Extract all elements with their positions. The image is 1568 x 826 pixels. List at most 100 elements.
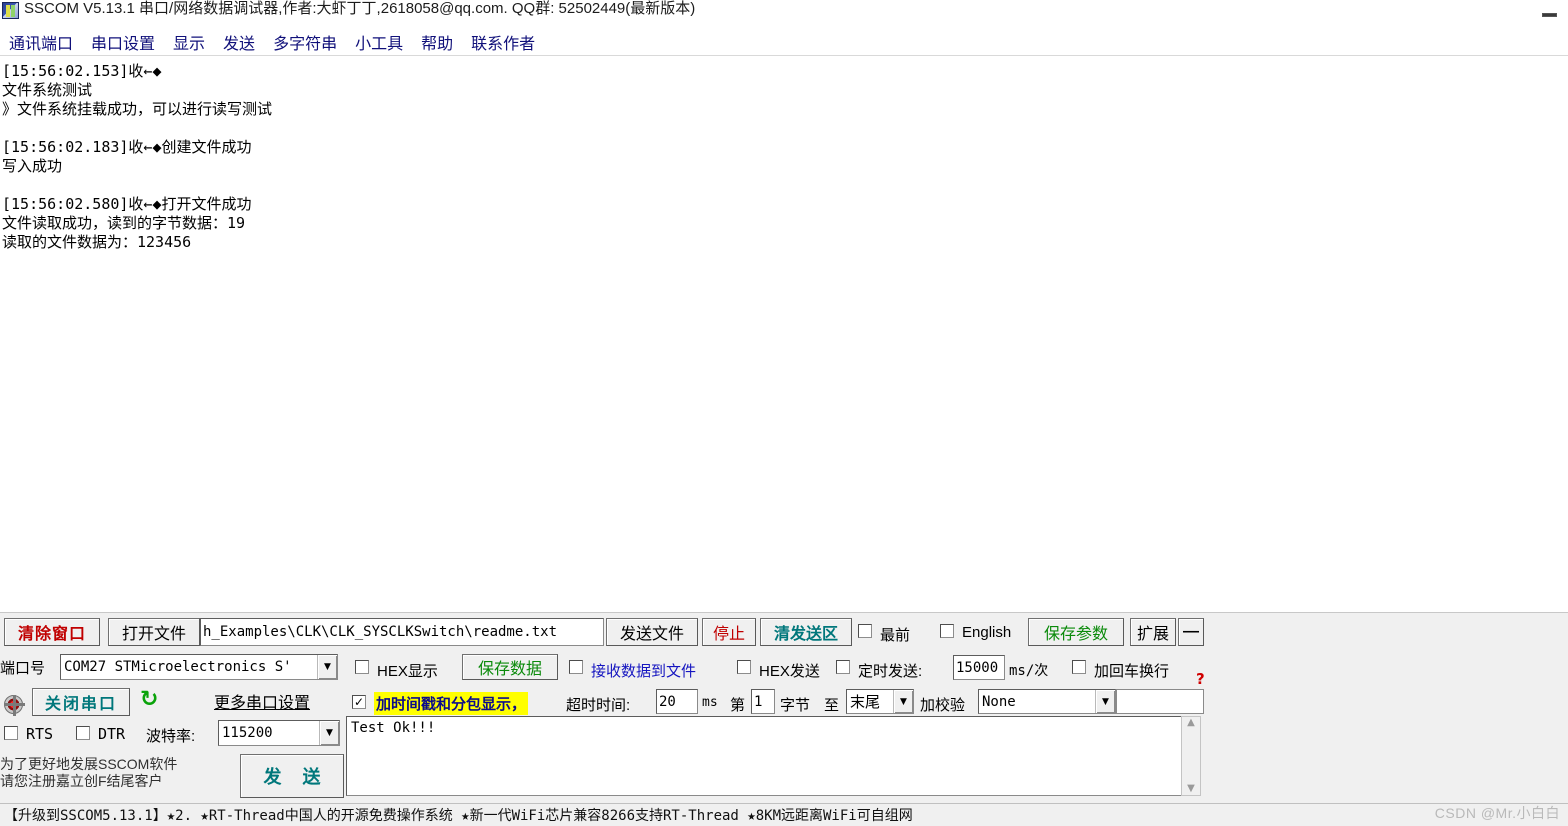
crlf-checkbox-box[interactable] [1072, 660, 1086, 674]
watermark: CSDN @Mr.小白白 [1434, 805, 1560, 821]
byte-from-label: 第 [730, 697, 746, 714]
timed-send-label: 定时发送: [858, 663, 923, 680]
menu-item-tools[interactable]: 小工具 [346, 28, 412, 56]
receive-output-area[interactable]: [15:56:02.153]收←◆ 文件系统测试 》文件系统挂载成功，可以进行读… [0, 56, 1568, 610]
close-port-button[interactable]: 关闭串口 [32, 688, 130, 716]
timestamp-label: 加时间戳和分包显示， [374, 692, 529, 715]
crlf-checkbox[interactable] [1072, 660, 1086, 677]
topmost-checkbox-box[interactable] [858, 624, 872, 638]
window-title: SSCOM V5.13.1 串口/网络数据调试器,作者:大虾丁丁,2618058… [24, 0, 696, 17]
recv-to-file-label: 接收数据到文件 [591, 663, 697, 680]
menu-item-port-setting[interactable]: 串口设置 [82, 28, 164, 56]
timeout-input[interactable]: 20 [656, 689, 698, 714]
send-textarea[interactable]: Test Ok!!! [346, 716, 1184, 796]
port-select[interactable]: COM27 STMicroelectronics S' ▼ [60, 654, 338, 680]
sscom-window: SSCOM V5.13.1 串口/网络数据调试器,作者:大虾丁丁,2618058… [0, 0, 1568, 826]
byte-to-select-value: 末尾 [850, 694, 881, 711]
save-params-button[interactable]: 保存参数 [1028, 618, 1124, 646]
scroll-down-icon[interactable]: ▼ [1187, 783, 1195, 795]
receive-line-blank [2, 176, 1564, 195]
chevron-down-icon[interactable]: ▼ [1095, 690, 1115, 713]
timed-send-checkbox-box[interactable] [836, 660, 850, 674]
timed-send-interval-input[interactable]: 15000 [953, 655, 1005, 680]
receive-line: 文件读取成功，读到的字节数据：19 [2, 214, 246, 232]
expand-button[interactable]: 扩展 [1130, 618, 1176, 646]
menu-item-comm-port[interactable]: 通讯端口 [0, 28, 82, 56]
dtr-label: DTR [98, 725, 126, 743]
menu-bar: 通讯端口 串口设置 显示 发送 多字符串 小工具 帮助 联系作者 [0, 28, 1568, 56]
port-select-value: COM27 STMicroelectronics S' [64, 659, 292, 675]
hex-display-checkbox[interactable] [355, 660, 369, 677]
hex-display-checkbox-box[interactable] [355, 660, 369, 674]
timestamp-checkbox[interactable]: ✓ [352, 694, 366, 709]
timestamp-checkbox-box[interactable]: ✓ [352, 695, 366, 709]
baud-rate-select[interactable]: 115200 ▼ [218, 720, 340, 746]
hex-send-checkbox-box[interactable] [737, 660, 751, 674]
byte-from-input[interactable]: 1 [751, 689, 775, 714]
send-textarea-scrollbar[interactable]: ▲ ▼ [1181, 716, 1201, 796]
send-button[interactable]: 发 送 [240, 754, 344, 798]
scroll-up-icon[interactable]: ▲ [1187, 717, 1195, 729]
checksum-label: 加校验 [920, 697, 966, 714]
english-checkbox[interactable] [940, 624, 954, 641]
chevron-down-icon[interactable]: ▼ [893, 690, 913, 713]
more-port-settings-button[interactable]: 更多串口设置 [188, 688, 336, 714]
control-panel: 清除窗口 打开文件 h_Examples\CLK\CLK_SYSCLKSwitc… [0, 612, 1568, 825]
topmost-checkbox[interactable] [858, 624, 872, 641]
byte-range-to-label: 至 [824, 697, 840, 714]
refresh-icon[interactable]: ↻ [140, 689, 158, 711]
timed-send-unit-label: ms/次 [1009, 663, 1049, 679]
menu-item-send[interactable]: 发送 [214, 28, 264, 56]
chevron-down-icon[interactable]: ▼ [317, 655, 337, 679]
checksum-select[interactable]: None ▼ [978, 689, 1116, 714]
receive-line: 文件系统测试 [2, 81, 93, 99]
checksum-extra-field[interactable] [1116, 689, 1204, 714]
timed-send-checkbox[interactable] [836, 660, 850, 677]
hex-display-label: HEX显示 [377, 663, 438, 680]
promo-line-2: 请您注册嘉立创F结尾客户 [0, 773, 163, 789]
menu-item-multi-string[interactable]: 多字符串 [264, 28, 346, 56]
clear-window-button[interactable]: 清除窗口 [4, 618, 100, 646]
dtr-checkbox[interactable] [76, 726, 90, 743]
open-file-button[interactable]: 打开文件 [108, 618, 200, 646]
chevron-down-icon[interactable]: ▼ [319, 721, 339, 745]
title-bar: SSCOM V5.13.1 串口/网络数据调试器,作者:大虾丁丁,2618058… [0, 0, 1568, 20]
port-status-led [4, 695, 25, 716]
rts-checkbox-box[interactable] [4, 726, 18, 740]
save-data-button[interactable]: 保存数据 [462, 654, 558, 680]
menu-item-help[interactable]: 帮助 [412, 28, 462, 56]
hex-send-checkbox[interactable] [737, 660, 751, 677]
timeout-label: 超时时间: [566, 697, 631, 714]
status-bar: 【升级到SSCOM5.13.1】★2. ★RT-Thread中国人的开源免费操作… [0, 803, 1568, 826]
help-question-icon[interactable]: ? [1196, 670, 1205, 688]
receive-line: 读取的文件数据为：123456 [2, 233, 192, 251]
port-number-label: 端口号 [0, 660, 46, 677]
dtr-checkbox-box[interactable] [76, 726, 90, 740]
send-file-button[interactable]: 发送文件 [606, 618, 698, 646]
minimize-button[interactable] [1538, 3, 1560, 17]
timeout-unit-label: ms [702, 695, 718, 710]
menu-item-display[interactable]: 显示 [164, 28, 214, 56]
promo-line-1: 为了更好地发展SSCOM软件 [0, 756, 178, 772]
clear-send-area-button[interactable]: 清发送区 [760, 618, 852, 646]
crlf-label: 加回车换行 [1094, 663, 1170, 680]
receive-line-blank [2, 119, 1564, 138]
stop-button[interactable]: 停止 [702, 618, 756, 646]
menu-item-contact[interactable]: 联系作者 [462, 28, 544, 56]
recv-to-file-checkbox-box[interactable] [569, 660, 583, 674]
collapse-button[interactable]: — [1178, 618, 1204, 646]
receive-line: [15:56:02.580]收←◆打开文件成功 [2, 195, 252, 213]
byte-to-select[interactable]: 末尾 ▼ [846, 689, 914, 714]
english-checkbox-box[interactable] [940, 624, 954, 638]
receive-line: 写入成功 [2, 157, 63, 175]
baud-rate-label: 波特率: [146, 728, 196, 745]
rts-checkbox[interactable] [4, 726, 18, 743]
file-path-input[interactable]: h_Examples\CLK\CLK_SYSCLKSwitch\readme.t… [200, 618, 604, 646]
app-icon [2, 1, 19, 19]
status-bar-text: 【升级到SSCOM5.13.1】★2. ★RT-Thread中国人的开源免费操作… [4, 808, 913, 824]
rts-label: RTS [26, 725, 54, 743]
receive-line: 》文件系统挂载成功，可以进行读写测试 [2, 100, 273, 118]
baud-rate-select-value: 115200 [222, 725, 273, 741]
recv-to-file-checkbox[interactable] [569, 660, 583, 677]
receive-line: [15:56:02.153]收←◆ [2, 62, 162, 80]
